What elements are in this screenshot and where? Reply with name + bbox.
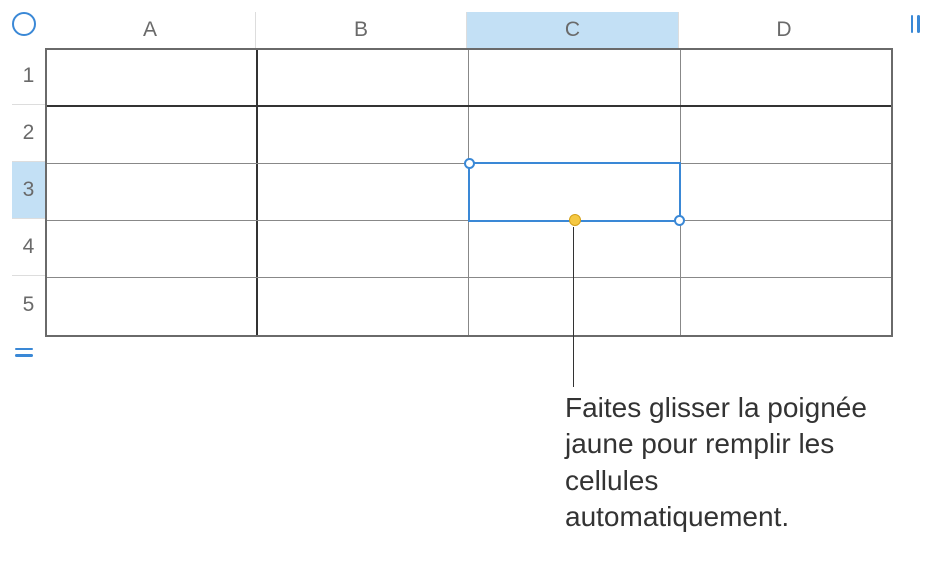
cell-b2[interactable] [258, 107, 469, 163]
table-row [47, 164, 891, 221]
cell-a2[interactable] [47, 107, 258, 163]
cell-b4[interactable] [258, 221, 469, 277]
table-corner-handle[interactable] [12, 12, 36, 36]
handle-bar-icon [15, 348, 33, 351]
column-header-a[interactable]: A [45, 12, 256, 48]
cell-a1[interactable] [47, 50, 258, 105]
row-header-5[interactable]: 5 [12, 276, 45, 333]
handle-bar-icon [15, 354, 33, 357]
callout-text: Faites glisser la poignée jaune pour rem… [565, 390, 875, 536]
add-column-handle[interactable] [903, 12, 927, 36]
cell-a4[interactable] [47, 221, 258, 277]
handle-bar-icon [911, 15, 914, 33]
column-headers: A B C D [45, 12, 889, 48]
cell-d3[interactable] [681, 164, 891, 220]
table-row [47, 221, 891, 278]
column-header-b[interactable]: B [256, 12, 467, 48]
table-row [47, 278, 891, 335]
cell-b3[interactable] [258, 164, 469, 220]
row-header-2[interactable]: 2 [12, 105, 45, 162]
cell-d5[interactable] [681, 278, 891, 335]
cell-d1[interactable] [681, 50, 891, 105]
callout-leader-line [573, 227, 574, 387]
table-row [47, 107, 891, 164]
handle-bar-icon [917, 15, 920, 33]
cell-c5[interactable] [469, 278, 681, 335]
cell-a3[interactable] [47, 164, 258, 220]
row-headers: 1 2 3 4 5 [12, 48, 45, 333]
cell-c3[interactable] [469, 164, 681, 220]
add-row-handle[interactable] [12, 340, 36, 364]
cell-d2[interactable] [681, 107, 891, 163]
column-header-d[interactable]: D [679, 12, 889, 48]
row-header-4[interactable]: 4 [12, 219, 45, 276]
cell-d4[interactable] [681, 221, 891, 277]
cell-c1[interactable] [469, 50, 681, 105]
cell-b5[interactable] [258, 278, 469, 335]
cell-c4[interactable] [469, 221, 681, 277]
cell-c2[interactable] [469, 107, 681, 163]
cell-a5[interactable] [47, 278, 258, 335]
spreadsheet-grid [45, 48, 893, 337]
column-header-c[interactable]: C [467, 12, 679, 48]
row-header-3[interactable]: 3 [12, 162, 45, 219]
table-row [47, 50, 891, 107]
row-header-1[interactable]: 1 [12, 48, 45, 105]
cell-b1[interactable] [258, 50, 469, 105]
